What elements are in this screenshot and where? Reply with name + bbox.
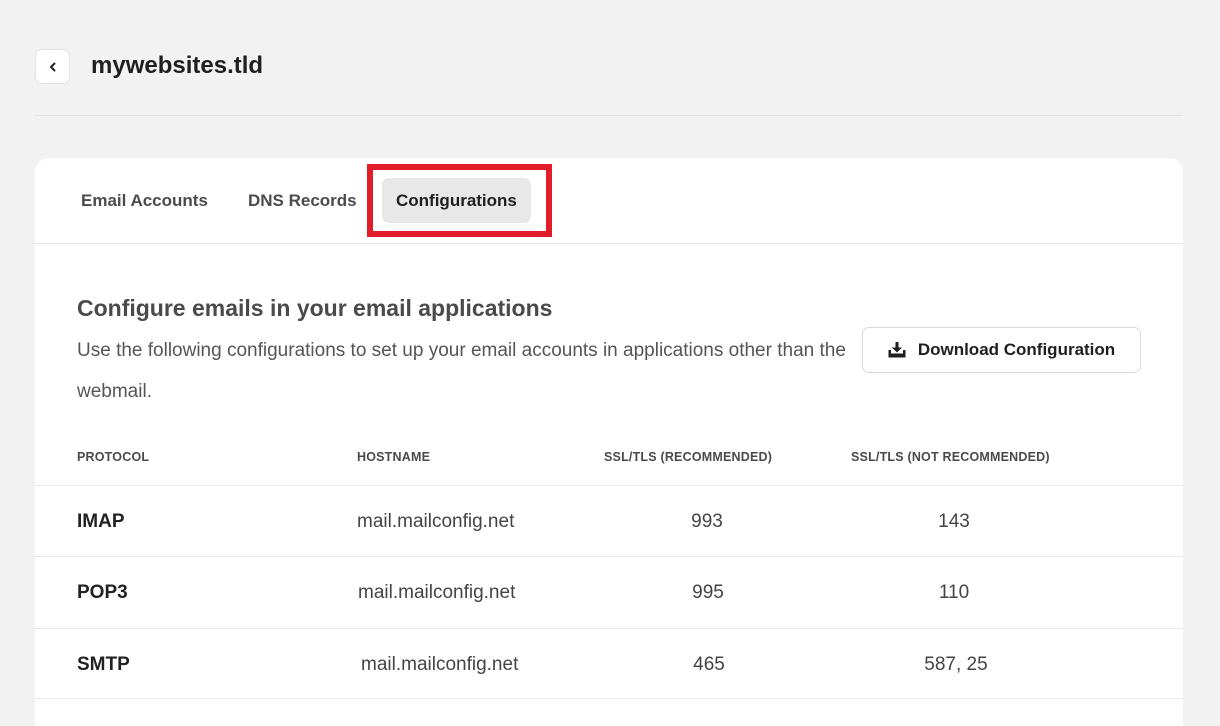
table-header: PROTOCOL HOSTNAME SSL/TLS (RECOMMENDED) … <box>35 450 1183 470</box>
chevron-left-icon <box>49 62 55 71</box>
back-button[interactable] <box>35 49 70 84</box>
non-ssl-port-cell: 587, 25 <box>924 653 988 675</box>
ssl-port-cell: 995 <box>692 581 724 603</box>
tab-dns-records[interactable]: DNS Records <box>248 178 357 223</box>
header-divider <box>35 115 1183 116</box>
non-ssl-port-cell: 143 <box>938 510 970 532</box>
column-header-ssl-recommended: SSL/TLS (RECOMMENDED) <box>604 450 773 464</box>
tab-email-accounts[interactable]: Email Accounts <box>81 178 208 223</box>
non-ssl-port-cell: 110 <box>938 581 970 603</box>
column-header-hostname: HOSTNAME <box>357 450 431 464</box>
ssl-port-cell: 465 <box>693 653 725 675</box>
hostname-cell: mail.mailconfig.net <box>358 581 516 603</box>
table-row: IMAP mail.mailconfig.net 993 143 <box>35 485 1183 556</box>
page-title: mywebsites.tld <box>91 52 264 79</box>
protocol-cell: SMTP <box>77 653 130 675</box>
hostname-cell: mail.mailconfig.net <box>357 510 515 532</box>
hostname-cell: mail.mailconfig.net <box>361 653 519 675</box>
tab-configurations[interactable]: Configurations <box>382 178 531 223</box>
section-title: Configure emails in your email applicati… <box>77 295 553 321</box>
download-configuration-button[interactable]: Download Configuration <box>862 327 1141 373</box>
protocol-cell: IMAP <box>77 510 125 532</box>
protocol-cell: POP3 <box>77 581 128 603</box>
download-button-label: Download Configuration <box>917 340 1116 359</box>
table-row: SMTP mail.mailconfig.net 465 587, 25 <box>35 628 1183 699</box>
column-header-ssl-not-recommended: SSL/TLS (NOT RECOMMENDED) <box>851 450 1050 464</box>
column-header-protocol: PROTOCOL <box>77 450 150 464</box>
section-description: Use the following configurations to set … <box>77 340 846 402</box>
content-card: Email Accounts DNS Records Configuration… <box>35 158 1183 726</box>
tab-bar: Email Accounts DNS Records Configuration… <box>35 158 1183 244</box>
download-tray-icon <box>888 342 906 358</box>
table-row: POP3 mail.mailconfig.net 995 110 <box>35 556 1183 627</box>
ssl-port-cell: 993 <box>691 510 723 532</box>
tabs-divider <box>35 243 1183 244</box>
